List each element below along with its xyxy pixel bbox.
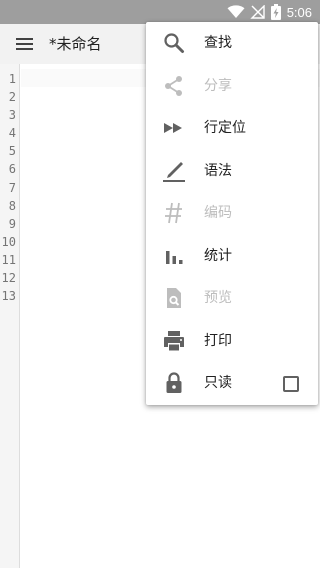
overflow-menu: 查找 分享 行定位 语法 编码 统计 预览 打印 只读 [146, 22, 318, 405]
search-icon [162, 31, 186, 55]
menu-item-share[interactable]: 分享 [146, 65, 318, 108]
menu-item-encoding[interactable]: 编码 [146, 192, 318, 235]
menu-item-label: 行定位 [204, 120, 246, 136]
line-number: 4 [8, 126, 16, 141]
status-icons: 5:06 [227, 0, 312, 24]
document-title: *未命名 [49, 35, 102, 53]
hamburger-icon [16, 38, 33, 50]
line-number: 5 [8, 144, 16, 159]
status-time: 5:06 [286, 4, 312, 20]
line-number: 9 [8, 216, 16, 231]
bar-chart-icon [162, 244, 186, 268]
pen-icon [162, 159, 186, 183]
lock-icon [162, 371, 186, 395]
line-number-gutter: 1 2 3 4 5 6 7 8 9 10 11 12 13 [0, 64, 20, 568]
menu-item-label: 统计 [204, 247, 232, 264]
menu-item-label: 只读 [204, 375, 232, 391]
menu-item-label: 预览 [204, 290, 232, 306]
menu-item-syntax[interactable]: 语法 [146, 150, 318, 193]
line-number: 11 [1, 252, 16, 267]
line-number: 3 [8, 108, 16, 123]
line-number: 13 [1, 289, 16, 304]
menu-item-label: 打印 [204, 332, 232, 349]
line-number: 6 [8, 162, 16, 177]
status-bar: 5:06 [0, 0, 320, 24]
menu-item-read-only[interactable]: 只读 [146, 362, 318, 405]
menu-item-preview[interactable]: 预览 [146, 277, 318, 320]
battery-charging-icon [270, 4, 281, 20]
line-number: 10 [1, 234, 16, 249]
menu-item-label: 语法 [204, 162, 232, 179]
hash-icon [162, 201, 186, 225]
menu-item-label: 编码 [204, 205, 232, 221]
wifi-icon [227, 5, 245, 18]
line-number: 1 [8, 72, 16, 86]
line-number: 7 [8, 180, 16, 195]
share-icon [162, 74, 186, 98]
line-numbers: 1 2 3 4 5 6 7 8 9 10 11 12 13 [0, 64, 19, 305]
no-signal-icon [249, 5, 265, 19]
menu-item-find[interactable]: 查找 [146, 22, 318, 65]
menu-item-label: 查找 [204, 35, 232, 51]
file-search-icon [162, 286, 186, 310]
printer-icon [162, 329, 186, 353]
line-number: 12 [1, 271, 16, 286]
hamburger-menu-button[interactable] [13, 35, 37, 53]
line-number: 8 [8, 198, 16, 213]
menu-item-goto-line[interactable]: 行定位 [146, 107, 318, 150]
menu-item-print[interactable]: 打印 [146, 320, 318, 363]
menu-item-label: 分享 [204, 77, 232, 94]
line-number: 2 [8, 90, 16, 105]
menu-item-statistics[interactable]: 统计 [146, 235, 318, 278]
fast-forward-icon [162, 116, 186, 140]
read-only-checkbox[interactable] [283, 376, 299, 392]
